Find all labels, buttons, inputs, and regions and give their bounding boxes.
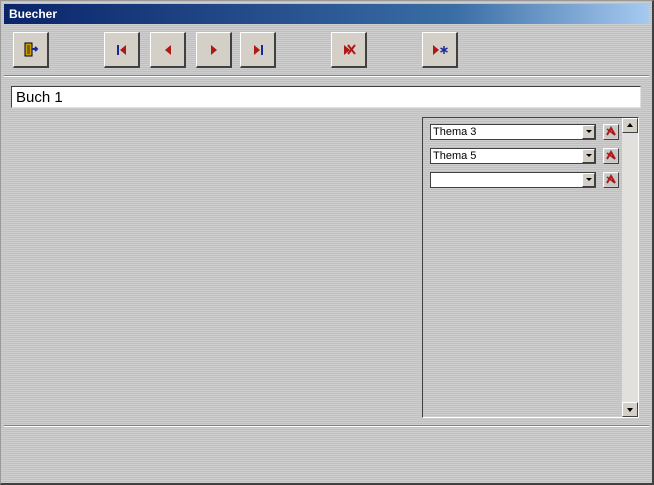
theme-combo-1[interactable]: Thema 3 xyxy=(430,124,596,140)
exit-door-icon xyxy=(22,41,40,59)
themes-subform: Thema 3 Thema 5 xyxy=(422,117,639,418)
theme-combo-3[interactable] xyxy=(430,172,596,188)
delete-record-icon xyxy=(341,43,357,57)
toolbar-divider xyxy=(4,75,649,77)
book-title-field[interactable] xyxy=(11,86,641,108)
next-record-icon xyxy=(207,44,221,56)
scroll-up-icon[interactable] xyxy=(622,118,638,133)
title-bar[interactable]: Buecher xyxy=(4,4,649,24)
new-record-icon xyxy=(431,43,449,57)
themes-scrollbar[interactable] xyxy=(622,118,638,417)
footer-divider xyxy=(4,425,649,427)
previous-record-button[interactable] xyxy=(150,32,186,68)
next-record-button[interactable] xyxy=(196,32,232,68)
delete-theme-button-2[interactable] xyxy=(603,148,619,164)
theme-combo-2[interactable]: Thema 5 xyxy=(430,148,596,164)
theme-combo-2-value: Thema 5 xyxy=(433,150,477,162)
buecher-window: Buecher Buch 1 Thema 3 Thema 5 xyxy=(0,0,654,485)
exit-button[interactable] xyxy=(13,32,49,68)
last-record-icon xyxy=(251,44,265,56)
scroll-down-icon[interactable] xyxy=(622,402,638,417)
previous-record-icon xyxy=(161,44,175,56)
last-record-button[interactable] xyxy=(240,32,276,68)
window-title: Buecher xyxy=(9,7,58,21)
chevron-down-icon[interactable] xyxy=(582,125,595,139)
theme-combo-1-value: Thema 3 xyxy=(433,126,477,138)
chevron-down-icon[interactable] xyxy=(582,173,595,187)
new-record-button[interactable] xyxy=(422,32,458,68)
delete-theme-button-1[interactable] xyxy=(603,124,619,140)
delete-theme-button-3[interactable] xyxy=(603,172,619,188)
first-record-button[interactable] xyxy=(104,32,140,68)
chevron-down-icon[interactable] xyxy=(582,149,595,163)
delete-record-button[interactable] xyxy=(331,32,367,68)
first-record-icon xyxy=(115,44,129,56)
